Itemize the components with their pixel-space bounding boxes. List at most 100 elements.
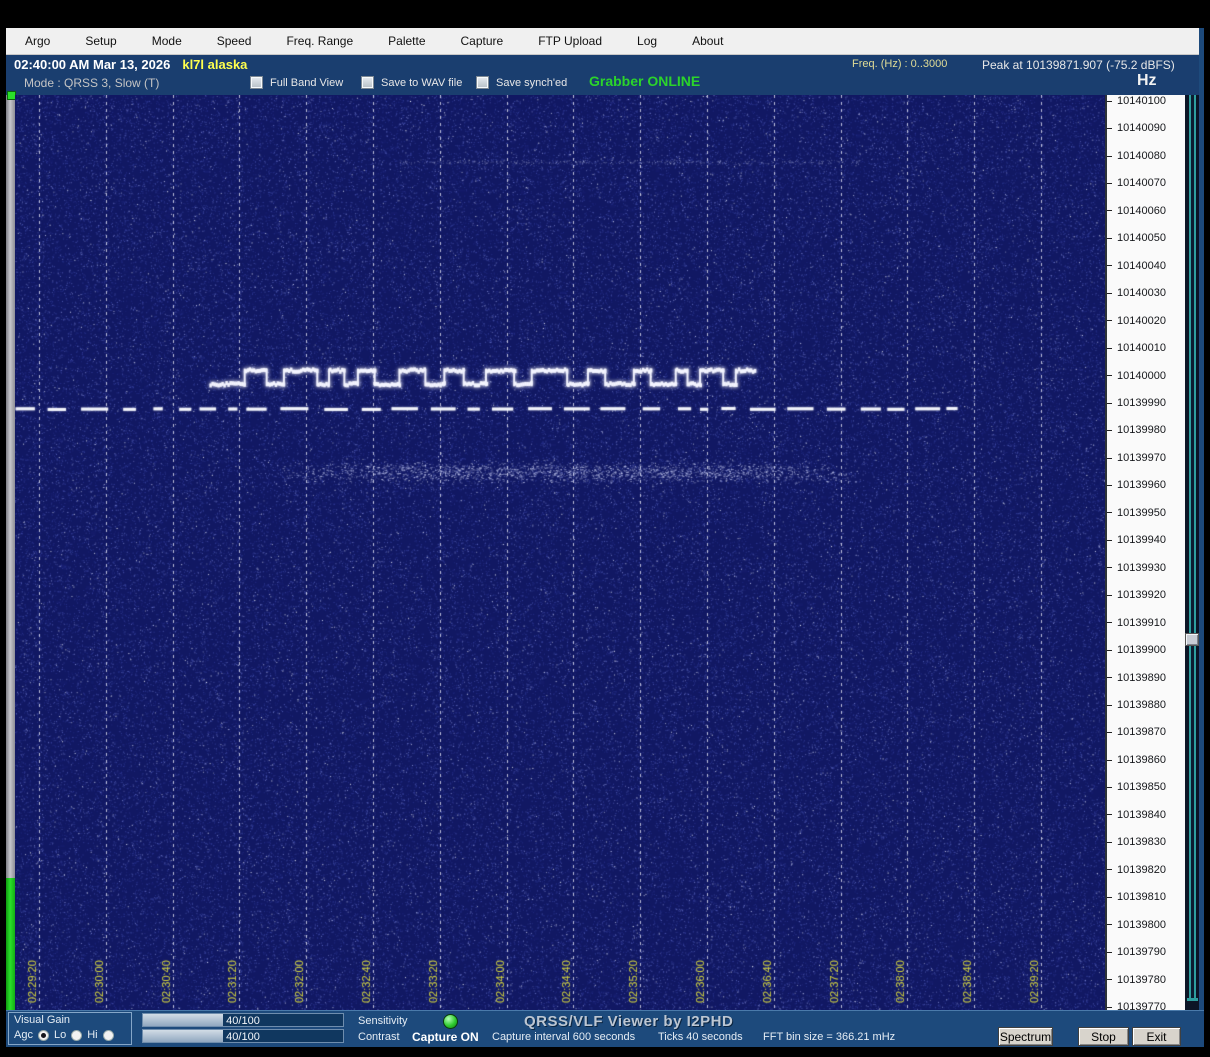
lo-radio[interactable] — [71, 1029, 83, 1041]
visual-gain-groupbox: Visual Gain Agc Lo Hi — [8, 1012, 132, 1045]
freq-tick-mark — [1107, 869, 1112, 871]
hz-unit-label: Hz — [1137, 72, 1157, 89]
freq-scale-label: 10139910 — [1107, 617, 1166, 630]
waterfall-canvas[interactable] — [15, 95, 1105, 1010]
capture-led — [443, 1014, 458, 1029]
capture-on-label: Capture ON — [412, 1030, 479, 1044]
checkbox-full-band-view[interactable]: Full Band View — [250, 76, 343, 89]
freq-tick-mark — [1107, 237, 1112, 239]
checkbox-label: Save synch'ed — [496, 76, 568, 89]
spectrum-button[interactable]: Spectrum — [998, 1027, 1053, 1046]
freq-scale-label: 10140090 — [1107, 122, 1166, 135]
menu-item-ftp-upload[interactable]: FTP Upload — [534, 32, 606, 50]
agc-radio[interactable] — [37, 1029, 49, 1041]
menu-item-setup[interactable]: Setup — [81, 32, 120, 50]
freq-tick-mark — [1107, 814, 1112, 816]
freq-tick-mark — [1107, 896, 1112, 898]
freq-scale-label: 10139880 — [1107, 699, 1166, 712]
agc-label: Agc — [14, 1029, 33, 1041]
checkbox-icon[interactable] — [250, 76, 263, 89]
freq-scale-label: 10139810 — [1107, 891, 1166, 904]
menu-bar: Argo Setup Mode Speed Freq. Range Palette Capt… — [6, 28, 1204, 55]
freq-tick-mark — [1107, 155, 1112, 157]
freq-tick-mark — [1107, 292, 1112, 294]
freq-tick-mark — [1107, 320, 1112, 322]
menu-item-capture[interactable]: Capture — [457, 32, 508, 50]
freq-tick-mark — [1107, 951, 1112, 953]
menu-item-mode[interactable]: Mode — [148, 32, 186, 50]
freq-scale-label: 10139830 — [1107, 836, 1166, 849]
freq-scale-label: 10140060 — [1107, 205, 1166, 218]
menu-item-argo[interactable]: Argo — [21, 32, 54, 50]
menu-item-about[interactable]: About — [688, 32, 727, 50]
checkbox-save-synched[interactable]: Save synch'ed — [476, 76, 567, 89]
freq-tick-mark — [1107, 457, 1112, 459]
freq-tick-mark — [1107, 622, 1112, 624]
freq-tick-mark — [1107, 786, 1112, 788]
sensitivity-value: 40/100 — [226, 1015, 260, 1027]
freq-scale-label: 10139840 — [1107, 809, 1166, 822]
checkbox-label: Save to WAV file — [381, 76, 463, 89]
freq-scale-label: 10139980 — [1107, 424, 1166, 437]
freq-scale-label: 10140030 — [1107, 287, 1166, 300]
mode-label: Mode : QRSS 3, Slow (T) — [24, 76, 160, 90]
freq-scale-label: 10139790 — [1107, 946, 1166, 959]
freq-scale-label: 10139800 — [1107, 919, 1166, 932]
menu-item-freq-range[interactable]: Freq. Range — [282, 32, 357, 50]
app-title: QRSS/VLF Viewer by I2PHD — [524, 1013, 734, 1030]
freq-scale-label: 10139770 — [1107, 1001, 1166, 1010]
freq-scale-label: 10139970 — [1107, 452, 1166, 465]
visual-gain-strip — [6, 95, 15, 1010]
header-bar: 02:40:00 AM Mar 13, 2026 kl7l alaska Freq… — [6, 55, 1204, 95]
menu-item-speed[interactable]: Speed — [213, 32, 256, 50]
freq-scale-label: 10139860 — [1107, 754, 1166, 767]
contrast-value: 40/100 — [226, 1031, 260, 1043]
clock-date-readout: 02:40:00 AM Mar 13, 2026 kl7l alaska — [14, 57, 247, 72]
checkbox-icon[interactable] — [361, 76, 374, 89]
hi-radio[interactable] — [102, 1029, 114, 1041]
visual-gain-title: Visual Gain — [14, 1014, 71, 1026]
freq-tick-mark — [1107, 649, 1112, 651]
freq-scale-label: 10139930 — [1107, 562, 1166, 575]
freq-tick-mark — [1107, 430, 1112, 432]
freq-tick-mark — [1107, 1006, 1112, 1008]
freq-scale-label: 10139870 — [1107, 726, 1166, 739]
freq-scale-label: 10139890 — [1107, 672, 1166, 685]
menu-item-palette[interactable]: Palette — [384, 32, 429, 50]
window-right-border — [1199, 28, 1204, 1047]
freq-scale-label: 10139850 — [1107, 781, 1166, 794]
status-bar: Visual Gain Agc Lo Hi 40/100 40/100 Sens… — [6, 1010, 1204, 1047]
scroll-thumb[interactable] — [1185, 633, 1199, 646]
checkbox-save-wav[interactable]: Save to WAV file — [361, 76, 462, 89]
freq-tick-mark — [1107, 567, 1112, 569]
freq-scale-label: 10140020 — [1107, 315, 1166, 328]
exit-button[interactable]: Exit — [1132, 1027, 1181, 1046]
clock-text: 02:40:00 AM Mar 13, 2026 — [14, 57, 171, 72]
hi-label: Hi — [87, 1029, 98, 1041]
freq-scale-label: 10139780 — [1107, 974, 1166, 987]
peak-readout: Peak at 10139871.907 (-75.2 dBFS) — [982, 58, 1175, 72]
freq-tick-mark — [1107, 539, 1112, 541]
freq-tick-mark — [1107, 512, 1112, 514]
scroll-track[interactable] — [1189, 95, 1196, 1000]
freq-scale-label: 10139900 — [1107, 644, 1166, 657]
checkbox-icon[interactable] — [476, 76, 489, 89]
freq-tick-mark — [1107, 594, 1112, 596]
freq-tick-mark — [1107, 402, 1112, 404]
menu-item-log[interactable]: Log — [633, 32, 661, 50]
scroll-track-end — [1187, 998, 1198, 1001]
freq-tick-mark — [1107, 100, 1112, 102]
freq-scale-label: 10139990 — [1107, 397, 1166, 410]
freq-scale-label: 10139950 — [1107, 507, 1166, 520]
freq-scale-label: 10140040 — [1107, 260, 1166, 273]
callsign-label: kl7l alaska — [182, 57, 248, 72]
stop-button[interactable]: Stop — [1078, 1027, 1129, 1046]
freq-tick-mark — [1107, 677, 1112, 679]
freq-tick-mark — [1107, 841, 1112, 843]
freq-scale-label: 10139940 — [1107, 534, 1166, 547]
freq-tick-mark — [1107, 732, 1112, 734]
freq-scale-label: 10140070 — [1107, 177, 1166, 190]
freq-scale-label: 10140080 — [1107, 150, 1166, 163]
contrast-slider[interactable]: 40/100 — [142, 1029, 344, 1043]
sensitivity-slider[interactable]: 40/100 — [142, 1013, 344, 1027]
